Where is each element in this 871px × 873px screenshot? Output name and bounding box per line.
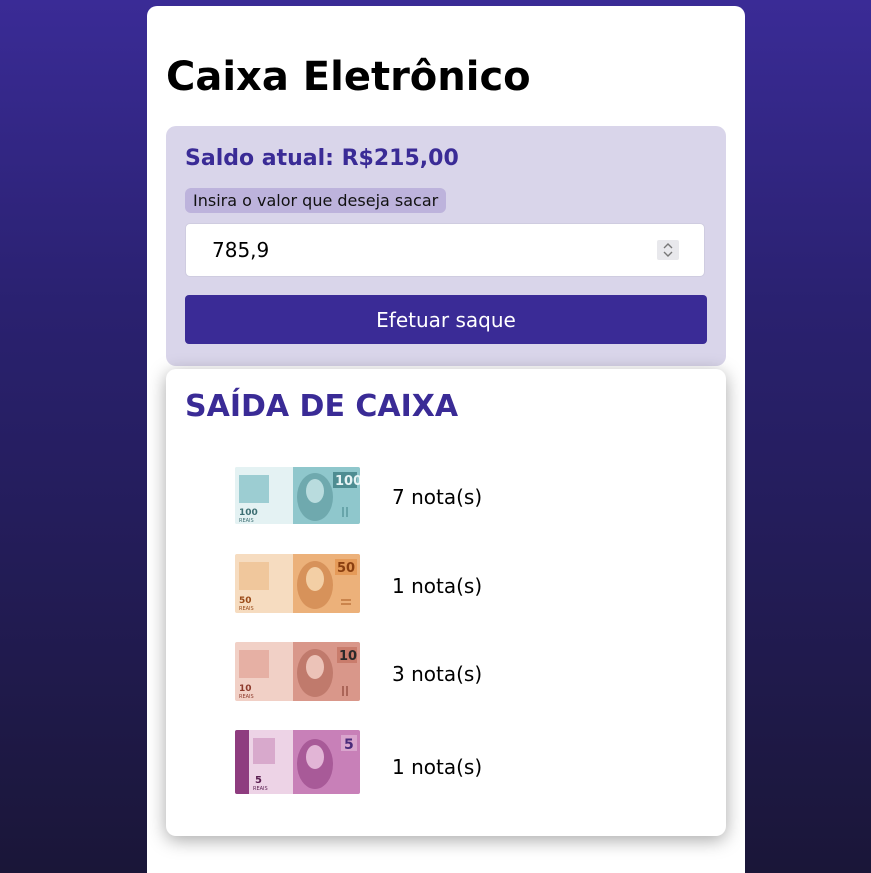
note-row-5: 5 5 REAIS 1 nota(s)	[235, 730, 675, 794]
svg-text:10: 10	[339, 649, 357, 664]
amount-input[interactable]: 785,9	[185, 223, 705, 277]
note-count-50: 1 nota(s)	[392, 574, 483, 598]
svg-text:REAIS: REAIS	[239, 606, 254, 612]
svg-text:100: 100	[239, 508, 258, 518]
svg-text:5: 5	[255, 775, 262, 786]
balance-text: Saldo atual: R$215,00	[185, 146, 459, 171]
svg-text:5: 5	[344, 737, 354, 753]
amount-value[interactable]: 785,9	[212, 224, 269, 276]
page-title: Caixa Eletrônico	[166, 54, 531, 100]
note-row-10: 10 10 REAIS 3 nota(s)	[235, 642, 675, 706]
withdraw-panel: Saldo atual: R$215,00 Insira o valor que…	[166, 126, 726, 366]
banknote-10-icon: 10 10 REAIS	[235, 642, 360, 701]
svg-text:10: 10	[239, 684, 252, 694]
atm-card: Caixa Eletrônico Saldo atual: R$215,00 I…	[147, 6, 745, 873]
note-row-50: 50 50 REAIS 1 nota(s)	[235, 554, 675, 618]
svg-text:REAIS: REAIS	[239, 694, 254, 700]
svg-text:100: 100	[335, 474, 360, 489]
svg-text:50: 50	[239, 596, 252, 606]
svg-text:50: 50	[337, 561, 355, 576]
note-row-100: 100 100 REAIS 7 nota(s)	[235, 467, 675, 531]
amount-label: Insira o valor que deseja sacar	[185, 188, 447, 213]
cash-output-panel: SAÍDA DE CAIXA 100 100 REAIS 7 nota(s) 5…	[166, 369, 726, 836]
svg-text:REAIS: REAIS	[253, 786, 268, 792]
note-count-10: 3 nota(s)	[392, 662, 483, 686]
banknote-5-icon: 5 5 REAIS	[235, 730, 360, 794]
svg-text:REAIS: REAIS	[239, 518, 254, 524]
note-count-5: 1 nota(s)	[392, 755, 483, 779]
withdraw-button[interactable]: Efetuar saque	[185, 295, 707, 344]
number-spinner-icon[interactable]	[657, 240, 679, 260]
output-title: SAÍDA DE CAIXA	[185, 389, 459, 424]
note-count-100: 7 nota(s)	[392, 485, 483, 509]
banknote-100-icon: 100 100 REAIS	[235, 467, 360, 524]
banknote-50-icon: 50 50 REAIS	[235, 554, 360, 613]
